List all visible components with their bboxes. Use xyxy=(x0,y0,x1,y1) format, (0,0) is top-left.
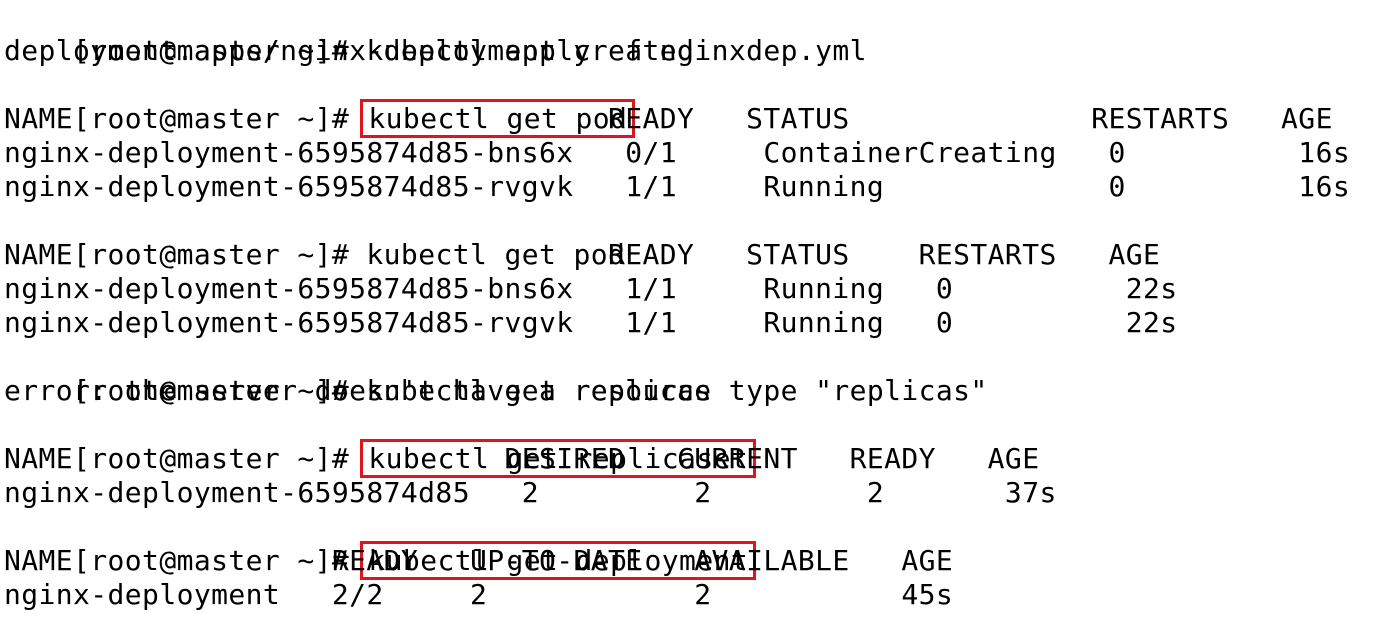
table-row: nginx-deployment-6595874d85-bns6x 1/1 Ru… xyxy=(4,272,1178,305)
table-header: NAME DESIRED CURRENT READY AGE xyxy=(4,442,1040,475)
terminal-line: [root@master ~]# kubectl apply -f nginxd… xyxy=(4,0,1380,67)
table-row: nginx-deployment-6595874d85-rvgvk 1/1 Ru… xyxy=(4,170,1351,203)
terminal-line: [root@master ~]# kubectl get replicas xyxy=(4,340,1380,407)
table-row: nginx-deployment-6595874d85 2 2 2 37s xyxy=(4,476,1057,509)
table-row: nginx-deployment-6595874d85-bns6x 0/1 Co… xyxy=(4,136,1351,169)
terminal-line: [root@master ~]# kubectl get deployment xyxy=(4,510,1380,580)
table-row: nginx-deployment-6595874d85-rvgvk 1/1 Ru… xyxy=(4,306,1178,339)
terminal-line: [root@master ~]# kubectl get pod xyxy=(4,204,1380,271)
table-row: nginx-deployment 2/2 2 2 45s xyxy=(4,578,954,611)
table-header: NAME READY STATUS RESTARTS AGE xyxy=(4,102,1333,135)
terminal-output[interactable]: [root@master ~]# kubectl apply -f nginxd… xyxy=(0,0,1380,617)
table-header: NAME READY UP-TO-DATE AVAILABLE AGE xyxy=(4,544,954,577)
error-message: error: the server doesn't have a resourc… xyxy=(4,374,988,407)
table-header: NAME READY STATUS RESTARTS AGE xyxy=(4,238,1161,271)
terminal-line: [root@master ~]# kubectl get pod xyxy=(4,68,1380,138)
terminal-line: [root@master ~]# kubectl get replicaset xyxy=(4,408,1380,478)
terminal-line: deployment.apps/nginx-deployment created xyxy=(4,34,695,67)
